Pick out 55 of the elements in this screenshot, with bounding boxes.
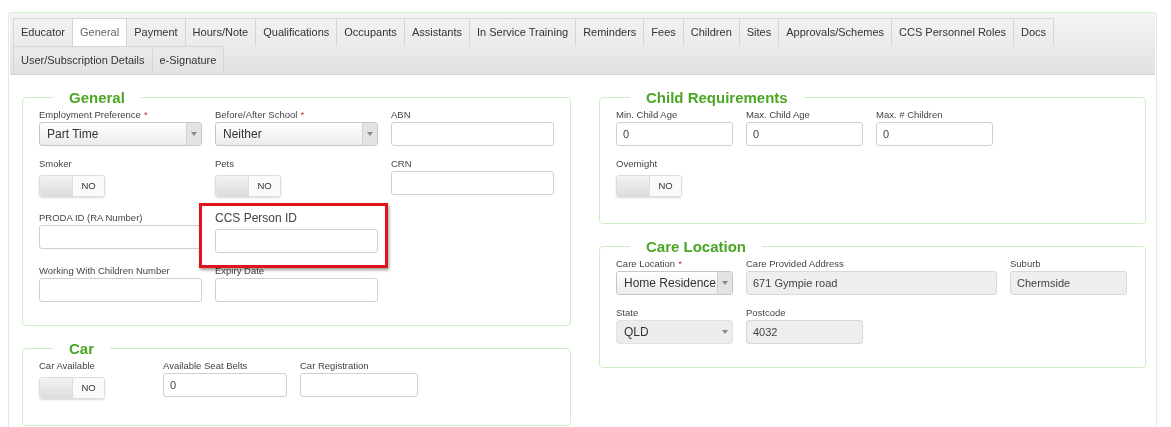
- tab[interactable]: User/Subscription Details: [13, 46, 153, 74]
- field-label: Postcode: [746, 306, 787, 320]
- select-field[interactable]: Home Residence: [616, 271, 733, 295]
- input-field[interactable]: [39, 278, 202, 302]
- input-field[interactable]: [391, 171, 554, 195]
- required-mark: *: [300, 109, 305, 120]
- input-field[interactable]: [215, 278, 378, 302]
- section-title: Care Location: [645, 238, 748, 255]
- field-label: Available Seat Belts: [163, 359, 249, 373]
- input-field[interactable]: 0: [746, 122, 863, 146]
- tab[interactable]: Docs: [1013, 18, 1055, 46]
- field-label: Pets: [215, 157, 235, 171]
- field-label: Max. # Children: [876, 108, 944, 122]
- field-label: State: [616, 306, 640, 320]
- caret-icon: [367, 132, 373, 136]
- tab[interactable]: General: [72, 18, 128, 46]
- input-field[interactable]: 0: [616, 122, 733, 146]
- toggle-switch[interactable]: NO: [616, 175, 682, 197]
- field-label: Before/After School *: [215, 108, 306, 122]
- section-title: General: [68, 89, 126, 106]
- required-mark: *: [143, 109, 148, 120]
- select-field[interactable]: Neither: [215, 122, 378, 146]
- field-label: CCS Person ID: [215, 211, 299, 227]
- input-field[interactable]: [39, 225, 202, 249]
- toggle-switch[interactable]: NO: [39, 175, 105, 197]
- field-label: CRN: [391, 157, 413, 171]
- input-field[interactable]: [215, 229, 378, 253]
- section-title: Car: [68, 340, 95, 357]
- field-label: Overnight: [616, 157, 659, 171]
- input-field[interactable]: 0: [876, 122, 993, 146]
- field-label: Car Available: [39, 359, 96, 373]
- field-label: Expiry Date: [215, 264, 266, 278]
- caret-icon: [722, 330, 728, 334]
- field-label: Care Location *: [616, 257, 683, 271]
- field-label: Min. Child Age: [616, 108, 679, 122]
- field-label: Smoker: [39, 157, 73, 171]
- input-field[interactable]: [300, 373, 418, 397]
- field-label: ABN: [391, 108, 412, 122]
- field-label: Employment Preference *: [39, 108, 149, 122]
- field-label: Max. Child Age: [746, 108, 811, 122]
- select-field[interactable]: Part Time: [39, 122, 202, 146]
- caret-icon: [722, 281, 728, 285]
- tab[interactable]: e-Signature: [151, 46, 225, 74]
- field-label: Working With Children Number: [39, 264, 171, 278]
- field-label: PRODA ID (RA Number): [39, 211, 144, 225]
- field-label: Car Registration: [300, 359, 370, 373]
- field-label: Suburb: [1010, 257, 1042, 271]
- toggle-switch[interactable]: NO: [215, 175, 281, 197]
- input-field[interactable]: [391, 122, 554, 146]
- caret-icon: [191, 132, 197, 136]
- toggle-switch[interactable]: NO: [39, 377, 105, 399]
- required-mark: *: [678, 258, 682, 269]
- section-title: Child Requirements: [645, 89, 789, 106]
- input-field[interactable]: 0: [163, 373, 287, 397]
- field-label: Care Provided Address: [746, 257, 845, 271]
